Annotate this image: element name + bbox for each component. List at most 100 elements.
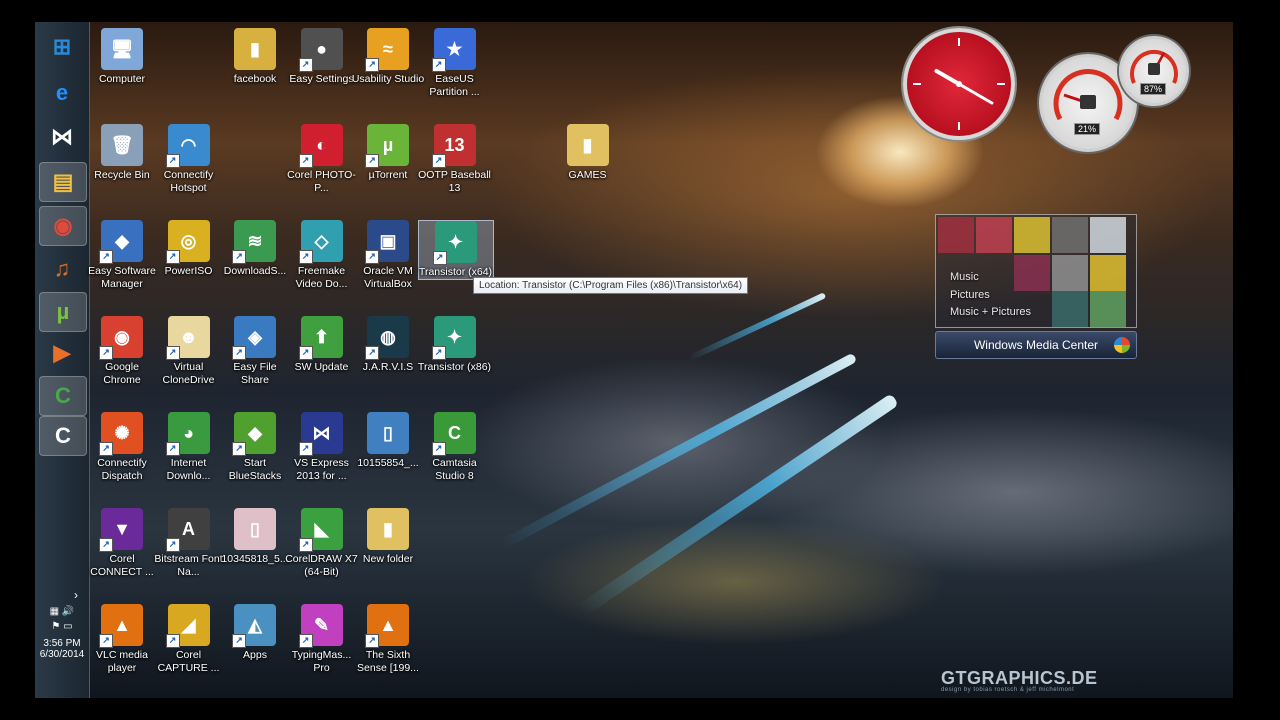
shortcut-arrow-icon: ↗ — [165, 442, 180, 456]
icon-glyph: ▮ — [250, 38, 260, 59]
desktop-icon-google-chrome[interactable]: ◉ ↗ Google Chrome — [85, 316, 159, 387]
menu-item-music-pictures[interactable]: Music + Pictures — [950, 304, 1031, 322]
desktop-icon-easy-settings[interactable]: ● ↗ Easy Settings — [285, 28, 359, 86]
desktop-icon-camtasia-studio-8[interactable]: C ↗ Camtasia Studio 8 — [418, 412, 492, 483]
desktop-icon-corel-connect[interactable]: ▼ ↗ Corel CONNECT ... — [85, 508, 159, 579]
icon-label: Apps — [243, 649, 267, 661]
desktop-icon-10345818-5[interactable]: ▯ 10345818_5... — [218, 508, 292, 566]
start-button[interactable]: ⊞ — [39, 28, 85, 66]
desktop-icon-easeus-partition[interactable]: ★ ↗ EaseUS Partition ... — [418, 28, 492, 99]
shortcut-arrow-icon: ↗ — [365, 154, 379, 168]
network-icon[interactable]: ▦ — [50, 606, 59, 617]
shortcut-arrow-icon: ↗ — [99, 346, 113, 360]
desktop-icon-easy-software-manager[interactable]: ◆ ↗ Easy Software Manager — [85, 220, 159, 291]
shortcut-arrow-icon: ↗ — [165, 538, 180, 552]
menu-item-music[interactable]: Music — [950, 269, 1031, 287]
display-icon[interactable]: ▭ — [63, 621, 72, 632]
shortcut-arrow-icon: ↗ — [298, 346, 313, 360]
desktop-icon-internet-downlo[interactable]: ◕ ↗ Internet Downlo... — [152, 412, 226, 483]
volume-icon[interactable]: 🔊 — [62, 606, 74, 617]
icon-glyph: ▯ — [250, 518, 260, 539]
desktop-icon-10155854[interactable]: ▯ 10155854_... — [351, 412, 425, 470]
icon-label: Start BlueStacks — [228, 457, 282, 482]
desktop-icon-transistor-x86[interactable]: ✦ ↗ Transistor (x86) — [418, 316, 492, 374]
freemake-video-do-icon: ◇ ↗ — [298, 220, 343, 264]
thumbnail — [1052, 255, 1088, 291]
desktop-icon-j-a-r-v-i-s[interactable]: ◍ ↗ J.A.R.V.I.S — [351, 316, 425, 374]
tray-clock-time[interactable]: 3:56 PM — [35, 638, 89, 649]
desktop-icon-coreldraw-x7-64-bit[interactable]: ◣ ↗ CorelDRAW X7 (64-Bit) — [285, 508, 359, 579]
desktop-icon-freemake-video-do[interactable]: ◇ ↗ Freemake Video Do... — [285, 220, 359, 291]
taskbar-utorrent[interactable]: µ — [39, 292, 87, 332]
10345818-5-icon: ▯ — [234, 508, 276, 550]
shortcut-arrow-icon: ↗ — [431, 346, 446, 360]
internet-downlo-icon: ◕ ↗ — [165, 412, 210, 456]
taskbar-internet-explorer[interactable]: e — [39, 74, 85, 112]
taskbar-chrome[interactable]: ◉ — [39, 206, 87, 246]
icon-label: Usability Studio — [351, 73, 425, 85]
desktop-icon-poweriso[interactable]: ◎ ↗ PowerISO — [152, 220, 226, 278]
desktop-icon-apps[interactable]: ◭ ↗ Apps — [218, 604, 292, 662]
shortcut-arrow-icon: ↗ — [431, 442, 446, 456]
memory-meter-gauge[interactable]: 87% — [1119, 36, 1189, 106]
icon-glyph: ▼ — [113, 518, 131, 539]
taskbar-explorer[interactable]: ▤ — [39, 162, 87, 202]
desktop-icon-easy-file-share[interactable]: ◈ ↗ Easy File Share — [218, 316, 292, 387]
downloads-icon: ≋ ↗ — [232, 220, 276, 264]
desktop-icon-virtual-clonedrive[interactable]: ☻ ↗ Virtual CloneDrive — [152, 316, 226, 387]
desktop[interactable]: ⊞ e ⋈ ▤ ◉ ♫ µ ▶ C C › ▦ 🔊 ⚑ ▭ 3:56 PM 6/30/2014 🖥 Compu… — [35, 22, 1233, 698]
icon-label: Recycle Bin — [94, 169, 150, 181]
desktop-icon-computer[interactable]: 🖥 Computer — [85, 28, 159, 86]
desktop-icon-usability-studio[interactable]: ≈ ↗ Usability Studio — [351, 28, 425, 86]
icon-label: VS Express 2013 for ... — [294, 457, 349, 482]
icon-glyph: ▣ — [379, 230, 397, 251]
media-center-title-bar[interactable]: Windows Media Center — [935, 331, 1137, 359]
tray-clock-date[interactable]: 6/30/2014 — [35, 649, 89, 660]
menu-item-pictures[interactable]: Pictures — [950, 287, 1031, 305]
desktop-icon-games[interactable]: ▮ GAMES — [551, 124, 625, 182]
desktop-icon-vs-express-2013-for[interactable]: ⋈ ↗ VS Express 2013 for ... — [285, 412, 359, 483]
taskbar-player[interactable]: ▶ — [39, 334, 85, 372]
desktop-icon-oracle-vm-virtualbox[interactable]: ▣ ↗ Oracle VM VirtualBox — [351, 220, 425, 291]
taskbar-camtasia-recorder[interactable]: C — [39, 416, 87, 456]
desktop-icon-downloads[interactable]: ≋ ↗ DownloadS... — [218, 220, 292, 278]
desktop-icon-new-folder[interactable]: ▮ New folder — [351, 508, 425, 566]
desktop-icon-bitstream-font-na[interactable]: A ↗ Bitstream Font Na... — [152, 508, 226, 579]
desktop-icon-sw-update[interactable]: ⬆ ↗ SW Update — [285, 316, 359, 374]
taskbar-camtasia[interactable]: C — [39, 376, 87, 416]
media-center-gadget[interactable]: Music Pictures Music + Pictures — [935, 214, 1137, 328]
camtasia-icon: C — [55, 383, 71, 408]
shortcut-arrow-icon: ↗ — [232, 346, 246, 360]
explorer-icon: ▤ — [52, 169, 74, 194]
desktop-icon-ootp-baseball-13[interactable]: 13 ↗ OOTP Baseball 13 — [418, 124, 492, 195]
show-hidden-icons-button[interactable]: › — [35, 588, 89, 602]
flag-icon[interactable]: ⚑ — [51, 621, 60, 632]
clock-gadget[interactable] — [903, 28, 1015, 140]
easy-settings-icon: ● ↗ — [298, 28, 343, 72]
desktop-icon-corel-photo-p[interactable]: ◐ ↗ Corel PHOTO-P... — [285, 124, 359, 195]
desktop-icon-connectify-dispatch[interactable]: ✺ ↗ Connectify Dispatch — [85, 412, 159, 483]
system-tray: › ▦ 🔊 ⚑ ▭ 3:56 PM 6/30/2014 — [35, 588, 89, 698]
desktop-icon-transistor-x64[interactable]: ✦ ↗ Transistor (x64) — [417, 220, 494, 280]
desktop-icon-the-sixth-sense-199[interactable]: ▲ ↗ The Sixth Sense [199... — [351, 604, 425, 675]
thumbnail — [1090, 291, 1126, 327]
desktop-icon-torrent[interactable]: µ ↗ µTorrent — [351, 124, 425, 182]
desktop-icon-corel-capture[interactable]: ◢ ↗ Corel CAPTURE ... — [152, 604, 226, 675]
icon-glyph: ◣ — [314, 518, 329, 539]
minute-hand — [957, 82, 994, 105]
j-a-r-v-i-s-icon: ◍ ↗ — [365, 316, 409, 360]
icon-label: Oracle VM VirtualBox — [363, 265, 413, 290]
taskbar-visual-studio[interactable]: ⋈ — [39, 118, 85, 156]
desktop-icon-typingmas-pro[interactable]: ✎ ↗ TypingMas... Pro — [285, 604, 359, 675]
desktop-icon-facebook[interactable]: ▮ facebook — [218, 28, 292, 86]
desktop-icon-vlc-media-player[interactable]: ▲ ↗ VLC media player — [85, 604, 159, 675]
shortcut-arrow-icon: ↗ — [431, 58, 446, 72]
icon-label: EaseUS Partition ... — [429, 73, 480, 98]
taskbar-media-player[interactable]: ♫ — [39, 250, 85, 288]
icon-glyph: ◆ — [248, 422, 262, 443]
shortcut-arrow-icon: ↗ — [99, 442, 113, 456]
desktop-icon-start-bluestacks[interactable]: ◆ ↗ Start BlueStacks — [218, 412, 292, 483]
desktop-icon-connectify-hotspot[interactable]: ◠ ↗ Connectify Hotspot — [152, 124, 226, 195]
windows-logo-icon — [1114, 337, 1130, 353]
desktop-icon-recycle-bin[interactable]: 🗑 Recycle Bin — [85, 124, 159, 182]
